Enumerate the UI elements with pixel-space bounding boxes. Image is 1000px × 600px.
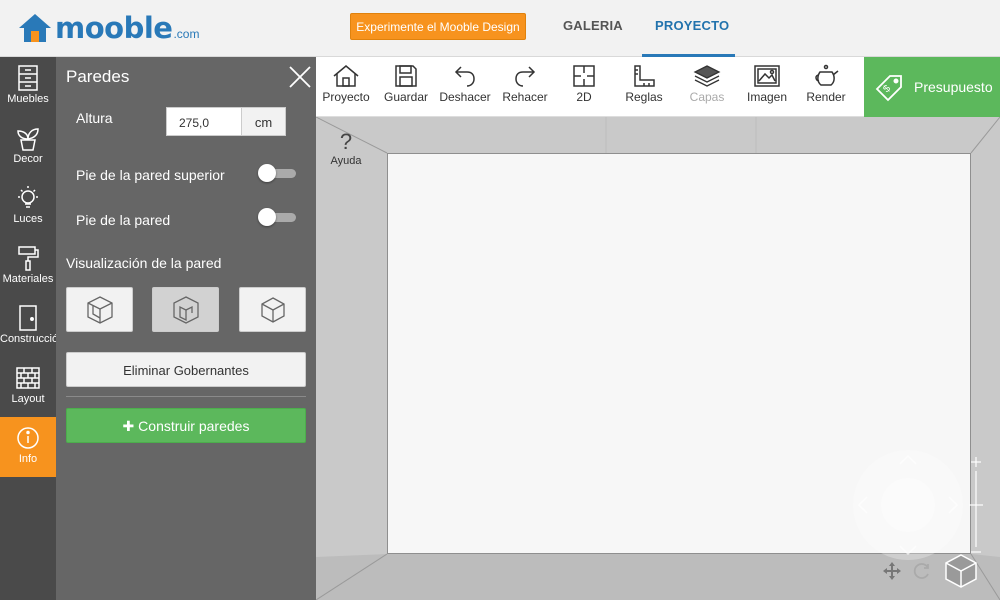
panel-title: Paredes <box>66 67 130 86</box>
toolbar-label: Render <box>806 90 846 104</box>
toolbar-label: Reglas <box>625 90 663 104</box>
sidebar-item-label: Luces <box>13 213 43 225</box>
undo-icon <box>454 66 475 87</box>
zoom-slider[interactable] <box>968 455 984 555</box>
ruler-icon <box>634 65 655 87</box>
toolbar-label: Rehacer <box>502 90 548 104</box>
quote-button[interactable]: $ Presupuesto <box>864 57 1000 117</box>
toolbar-render-button[interactable]: Render <box>796 57 856 117</box>
toggle-knob <box>258 164 276 182</box>
toolbar-label: Guardar <box>383 90 429 104</box>
toggle-wall-label: Pie de la pared <box>76 212 171 228</box>
price-tag-icon: $ <box>875 75 902 102</box>
brick-wall-icon <box>16 367 40 389</box>
sidebar-item-decor[interactable]: Decor <box>0 117 56 177</box>
logo-suffix: .com <box>173 27 200 41</box>
toolbar-label: 2D <box>576 90 592 104</box>
sidebar-item-label: Decor <box>13 153 43 165</box>
sidebar-item-label: Materiales <box>2 273 54 285</box>
sidebar-item-layout[interactable]: Layout <box>0 357 56 417</box>
rotate-icon[interactable] <box>912 561 932 581</box>
plant-icon <box>17 128 39 151</box>
build-walls-button[interactable]: ✚ Construir paredes <box>66 408 306 443</box>
remove-rulers-button[interactable]: Eliminar Gobernantes <box>66 352 306 387</box>
toggle-top-wall-label: Pie de la pared superior <box>76 167 225 183</box>
height-input[interactable]: 275,0 <box>166 107 242 136</box>
sidebar-item-label: Info <box>18 453 38 465</box>
toolbar-label: Imagen <box>746 90 788 104</box>
toolbar-layers-button[interactable]: Capas <box>677 57 737 117</box>
height-unit: cm <box>241 107 286 136</box>
toolbar-image-button[interactable]: Imagen <box>737 57 797 117</box>
help-button[interactable]: ? Ayuda <box>324 129 368 167</box>
top-bar: mooble .com Experimente el Mooble Design… <box>0 0 1000 57</box>
toggle-knob <box>258 208 276 226</box>
sidebar-item-info[interactable]: Info <box>0 417 56 477</box>
main-toolbar: Proyecto Guardar Deshacer Rehacer 2D Reg… <box>316 57 864 117</box>
teapot-icon <box>815 64 839 86</box>
height-label: Altura <box>76 110 113 126</box>
mooble-design-button[interactable]: Experimente el Mooble Design <box>350 13 526 40</box>
floorplan-icon <box>573 65 595 87</box>
panel-divider <box>66 396 306 397</box>
layers-icon <box>693 65 721 87</box>
view-cut-walls-button[interactable] <box>152 287 219 332</box>
sidebar-item-muebles[interactable]: Muebles <box>0 57 56 117</box>
cube-icon <box>260 297 285 323</box>
paint-roller-icon <box>18 246 39 271</box>
info-icon <box>17 427 39 449</box>
toolbar-label: Deshacer <box>439 90 491 104</box>
redo-icon <box>515 66 536 87</box>
logo-text: mooble <box>55 11 173 45</box>
quote-label: Presupuesto <box>914 79 993 95</box>
camera-navigation-pad[interactable] <box>853 450 963 560</box>
toolbar-label: Proyecto <box>322 90 370 104</box>
image-icon <box>754 65 780 87</box>
design-canvas[interactable]: ? Ayuda <box>316 117 1000 600</box>
tab-project[interactable]: PROYECTO <box>655 18 729 33</box>
app-root: mooble .com Experimente el Mooble Design… <box>0 0 1000 600</box>
sidebar-item-luces[interactable]: Luces <box>0 177 56 237</box>
toolbar-undo-button[interactable]: Deshacer <box>435 57 495 117</box>
cube-cut-icon <box>172 296 199 324</box>
cabinet-icon <box>18 65 38 91</box>
sidebar-item-label: Construcción <box>0 333 56 345</box>
3d-view-cube-icon[interactable] <box>944 553 978 589</box>
view-full-walls-button[interactable] <box>66 287 133 332</box>
toolbar-2d-button[interactable]: 2D <box>554 57 614 117</box>
door-icon <box>19 305 37 331</box>
sidebar-item-label: Muebles <box>7 93 49 105</box>
top-wall-base-toggle[interactable] <box>258 164 296 182</box>
logo[interactable]: mooble .com <box>17 11 199 45</box>
lightbulb-icon <box>18 186 38 208</box>
category-sidebar: Muebles Decor Luces Materiales Construcc… <box>0 57 56 600</box>
move-icon[interactable] <box>882 561 902 581</box>
toolbar-save-button[interactable]: Guardar <box>376 57 436 117</box>
house-logo-icon <box>19 14 51 42</box>
tab-gallery[interactable]: GALERIA <box>563 18 623 33</box>
navigation-arrows-icon <box>857 454 959 556</box>
sidebar-item-construccion[interactable]: Construcción <box>0 297 56 357</box>
walls-panel: Paredes Altura 275,0 cm Pie de la pared … <box>56 57 316 600</box>
plus-icon: ✚ <box>122 418 139 434</box>
visualization-label: Visualización de la pared <box>66 255 222 271</box>
toolbar-project-button[interactable]: Proyecto <box>316 57 376 117</box>
help-label: Ayuda <box>330 155 362 167</box>
svg-text:$: $ <box>881 83 893 95</box>
question-icon: ? <box>339 129 353 154</box>
close-icon[interactable] <box>288 65 312 89</box>
wall-base-toggle[interactable] <box>258 208 296 226</box>
toolbar-label: Capas <box>689 90 725 104</box>
cube-outline-icon <box>86 296 113 324</box>
view-low-walls-button[interactable] <box>239 287 306 332</box>
home-icon <box>333 65 359 87</box>
sidebar-item-materiales[interactable]: Materiales <box>0 237 56 297</box>
sidebar-item-label: Layout <box>11 393 45 405</box>
save-icon <box>395 65 417 87</box>
build-walls-label: Construir paredes <box>138 418 250 434</box>
toolbar-rulers-button[interactable]: Reglas <box>614 57 674 117</box>
toolbar-redo-button[interactable]: Rehacer <box>495 57 555 117</box>
